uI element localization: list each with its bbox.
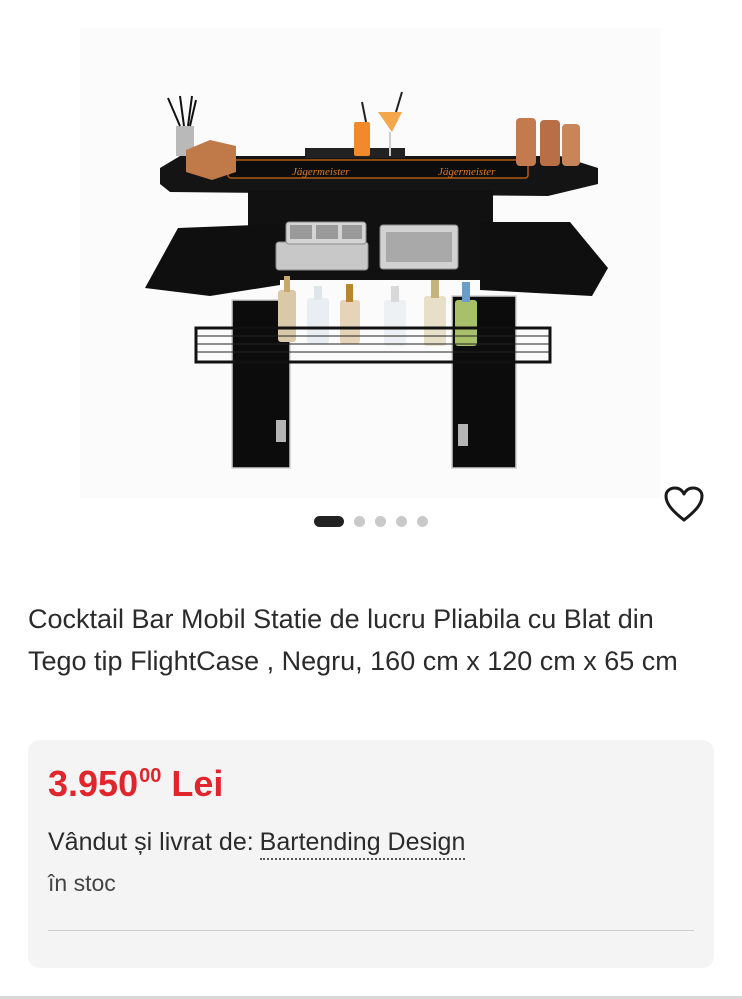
gallery-pagination	[0, 514, 742, 528]
seller-label: Vândut și livrat de:	[48, 828, 254, 856]
gallery-dot[interactable]	[375, 515, 386, 527]
gallery-dot[interactable]	[354, 515, 365, 527]
product-image-gallery[interactable]: Jägermeister Jägermeister	[0, 0, 742, 560]
seller-link[interactable]: Bartending Design	[259, 828, 466, 860]
stock-status: în stoc	[48, 870, 116, 896]
gallery-dot-active[interactable]	[314, 515, 344, 527]
offer-card: 3.95000 Lei Vândut și livrat de: Bartendin…	[28, 740, 714, 968]
price-main: 3.950	[48, 763, 139, 804]
product-title: Cocktail Bar Mobil Statie de lucru Pliab…	[28, 604, 678, 676]
price-currency: Lei	[171, 763, 224, 804]
mat-brand-text: Jägermeister	[438, 166, 496, 178]
gallery-dot[interactable]	[417, 515, 428, 527]
divider	[48, 930, 694, 931]
price: 3.95000 Lei	[48, 762, 223, 812]
price-cents: 00	[139, 765, 162, 787]
seller-info: Vândut și livrat de: Bartending Design	[48, 828, 466, 860]
product-image[interactable]: Jägermeister Jägermeister	[0, 0, 742, 540]
gallery-dot[interactable]	[396, 515, 407, 527]
mat-brand-text: Jägermeister	[292, 166, 350, 178]
